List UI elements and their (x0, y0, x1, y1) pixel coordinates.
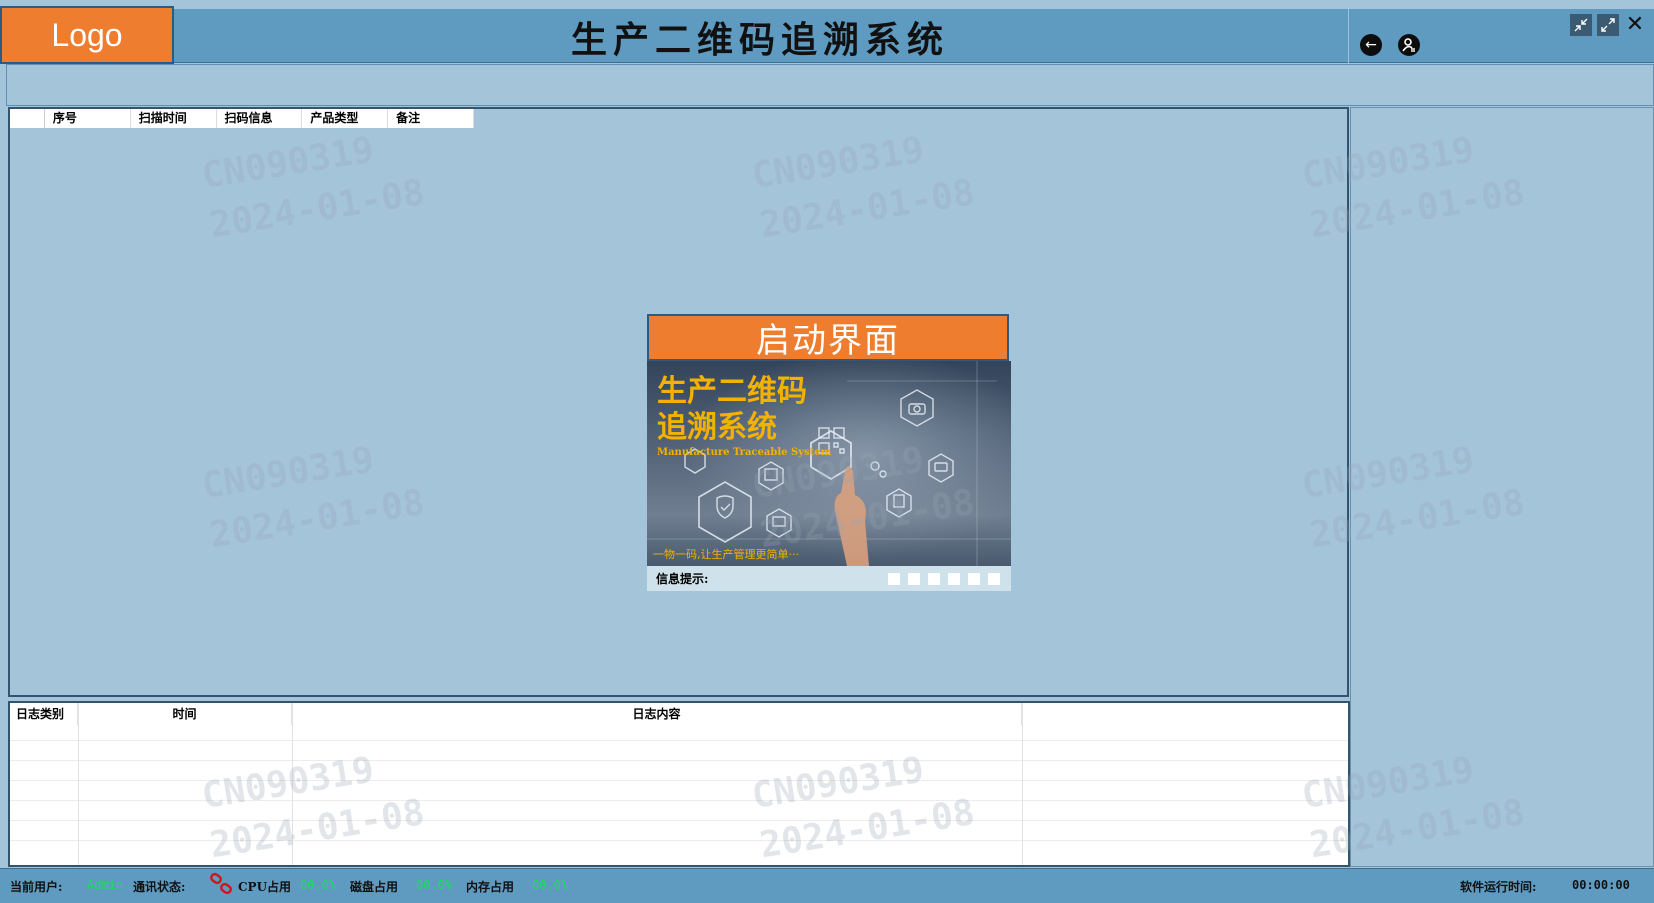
progress-square (908, 573, 920, 585)
column-header[interactable]: 扫码信息 (217, 109, 303, 128)
close-icon[interactable]: ✕ (1624, 12, 1646, 37)
splash-subtitle: Manufacture Traceable System (657, 447, 832, 458)
current-user-label: 当前用户: (10, 880, 63, 894)
log-row-line (10, 760, 1348, 761)
log-column-line (1022, 703, 1023, 865)
column-header[interactable]: 备注 (388, 109, 474, 128)
logo: Logo (0, 6, 174, 64)
maximize-icon[interactable] (1597, 14, 1619, 36)
column-header[interactable]: 时间 (78, 703, 292, 725)
app-title: 生产二维码追溯系统 (570, 19, 949, 61)
row-selector-header[interactable] (10, 109, 45, 128)
splash-title: 启动界面 (647, 314, 1009, 361)
column-header[interactable] (1022, 703, 1348, 725)
current-user-value: Admin (87, 878, 124, 892)
runtime-value: 00:00:00 (1572, 878, 1630, 892)
column-header[interactable]: 产品类型 (302, 109, 389, 128)
splash-image: 生产二维码 追溯系统 Manufacture Traceable System … (647, 361, 1011, 566)
progress-square (988, 573, 1000, 585)
log-row-line (10, 840, 1348, 841)
progress-square (888, 573, 900, 585)
disk-label: 磁盘占用 (350, 880, 399, 894)
log-row-line (10, 820, 1348, 821)
cpu-value: 00.0% (300, 878, 337, 892)
memory-value: 00.0% (532, 878, 569, 892)
progress-square (948, 573, 960, 585)
disk-value: 00.0% (416, 878, 453, 892)
splash-status-label: 信息提示: (656, 572, 709, 586)
link-broken-icon (209, 872, 233, 896)
scan-table-header: 序号 扫描时间 扫码信息 产品类型 备注 (10, 109, 474, 128)
log-table (8, 701, 1350, 867)
log-column-line (292, 703, 293, 865)
column-header[interactable]: 日志类别 (10, 703, 78, 725)
progress-square (968, 573, 980, 585)
log-row-line (10, 740, 1348, 741)
splash-status-bar: 信息提示: (647, 566, 1011, 591)
side-panel (1350, 107, 1654, 867)
column-header[interactable]: 日志内容 (292, 703, 1022, 725)
title-divider (1348, 9, 1349, 63)
log-row-line (10, 780, 1348, 781)
cpu-label: CPU占用 (238, 880, 292, 894)
minimize-icon[interactable] (1570, 14, 1592, 36)
column-header[interactable]: 序号 (45, 109, 131, 128)
splash-headline-1: 生产二维码 (657, 374, 807, 409)
toolbar-strip (6, 64, 1654, 106)
comm-status-label: 通讯状态: (133, 880, 186, 894)
splash-headline-2: 追溯系统 (657, 410, 777, 445)
log-table-header: 日志类别 时间 日志内容 (10, 703, 1348, 725)
log-column-line (78, 703, 79, 865)
memory-label: 内存占用 (466, 880, 515, 894)
user-switch-icon[interactable] (1398, 34, 1420, 56)
back-arrow-icon[interactable]: ← (1360, 34, 1382, 56)
splash-slogan: 一物一码,让生产管理更简单··· (653, 547, 799, 561)
column-header[interactable]: 扫描时间 (131, 109, 217, 128)
progress-square (928, 573, 940, 585)
runtime-label: 软件运行时间: (1460, 880, 1537, 894)
log-row-line (10, 800, 1348, 801)
